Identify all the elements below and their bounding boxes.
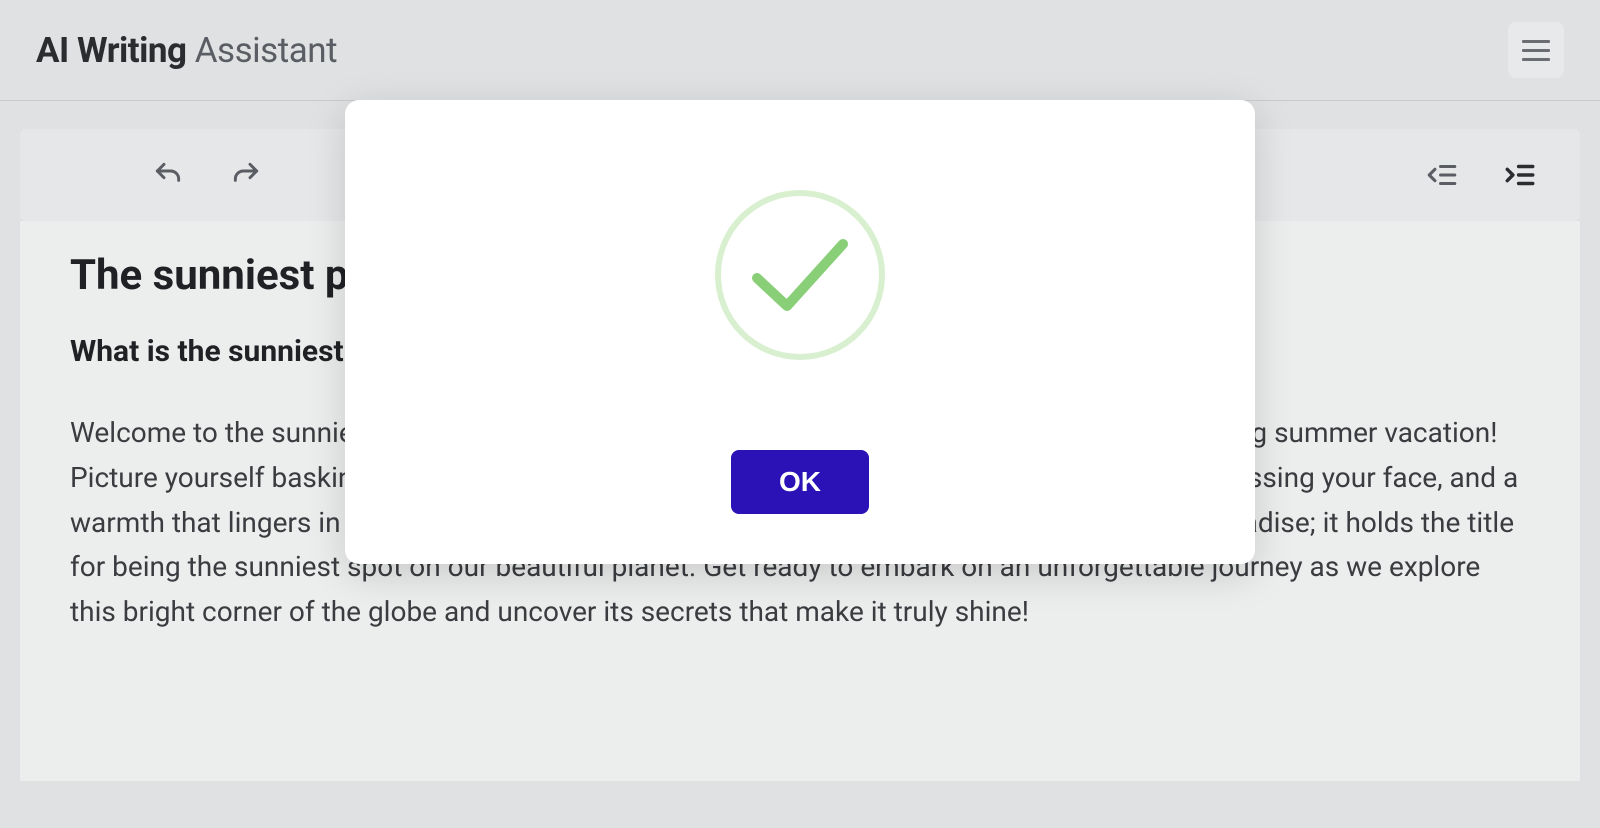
success-check-circle — [715, 190, 885, 360]
modal-overlay: OK — [0, 0, 1600, 828]
ok-button[interactable]: OK — [731, 450, 869, 514]
check-icon — [745, 230, 855, 320]
success-dialog: OK — [345, 100, 1255, 564]
